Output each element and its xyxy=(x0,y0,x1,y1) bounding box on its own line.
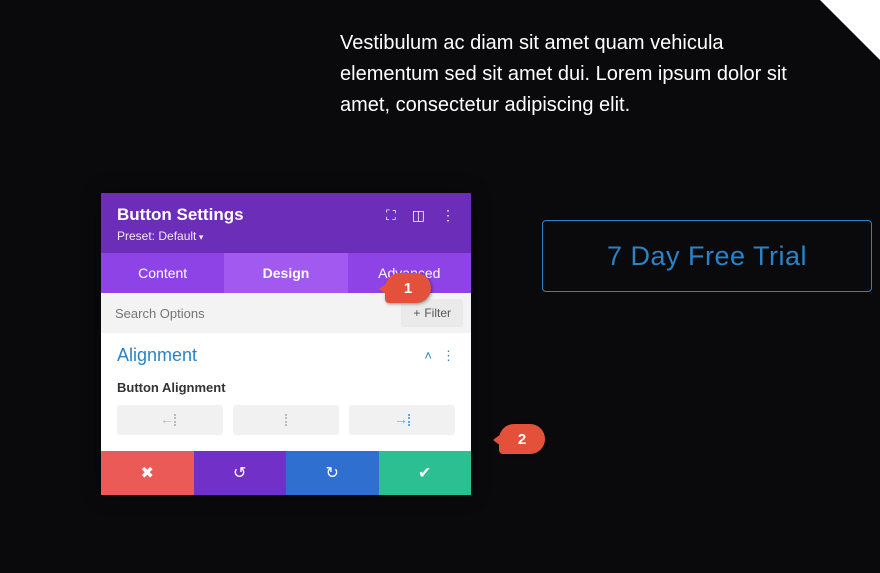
filter-button[interactable]: + Filter xyxy=(401,299,463,327)
modal-header: Button Settings ⛶ ◫ ⋮ Preset: Default xyxy=(101,193,471,253)
modal-title: Button Settings xyxy=(117,205,244,225)
free-trial-button[interactable]: 7 Day Free Trial xyxy=(542,220,872,292)
tab-design[interactable]: Design xyxy=(224,253,347,293)
confirm-button[interactable]: ✔ xyxy=(379,451,472,495)
collapse-icon[interactable]: ˄ xyxy=(424,348,432,364)
search-input[interactable] xyxy=(101,296,401,331)
redo-icon: ↻ xyxy=(326,463,339,483)
section-more-icon[interactable]: ⋮ xyxy=(442,348,455,364)
close-icon: ✖ xyxy=(141,463,154,483)
modal-footer: ✖ ↺ ↻ ✔ xyxy=(101,451,471,495)
align-left-icon xyxy=(160,414,180,426)
expand-icon[interactable]: ⛶ xyxy=(386,207,396,224)
tab-content[interactable]: Content xyxy=(101,253,224,293)
alignment-section: Alignment ˄ ⋮ Button Alignment xyxy=(101,333,471,451)
redo-button[interactable]: ↻ xyxy=(286,451,379,495)
align-center-icon xyxy=(276,414,296,426)
undo-button[interactable]: ↺ xyxy=(194,451,287,495)
preset-dropdown[interactable]: Preset: Default xyxy=(117,229,455,243)
layout-icon[interactable]: ◫ xyxy=(412,207,425,224)
cancel-button[interactable]: ✖ xyxy=(101,451,194,495)
undo-icon: ↺ xyxy=(233,463,246,483)
section-title: Alignment xyxy=(117,345,197,366)
align-right-icon xyxy=(392,414,412,426)
alignment-options xyxy=(117,405,455,435)
callout-1: 1 xyxy=(385,273,431,303)
check-icon: ✔ xyxy=(418,463,431,483)
more-icon[interactable]: ⋮ xyxy=(441,207,455,224)
callout-2: 2 xyxy=(499,424,545,454)
field-label: Button Alignment xyxy=(117,380,455,395)
corner-decoration xyxy=(820,0,880,60)
button-settings-modal: Button Settings ⛶ ◫ ⋮ Preset: Default Co… xyxy=(101,193,471,495)
intro-text: Vestibulum ac diam sit amet quam vehicul… xyxy=(340,28,790,121)
align-right-button[interactable] xyxy=(349,405,455,435)
free-trial-label: 7 Day Free Trial xyxy=(607,241,807,272)
filter-label: Filter xyxy=(424,306,451,320)
plus-icon: + xyxy=(413,306,420,320)
align-center-button[interactable] xyxy=(233,405,339,435)
align-left-button[interactable] xyxy=(117,405,223,435)
